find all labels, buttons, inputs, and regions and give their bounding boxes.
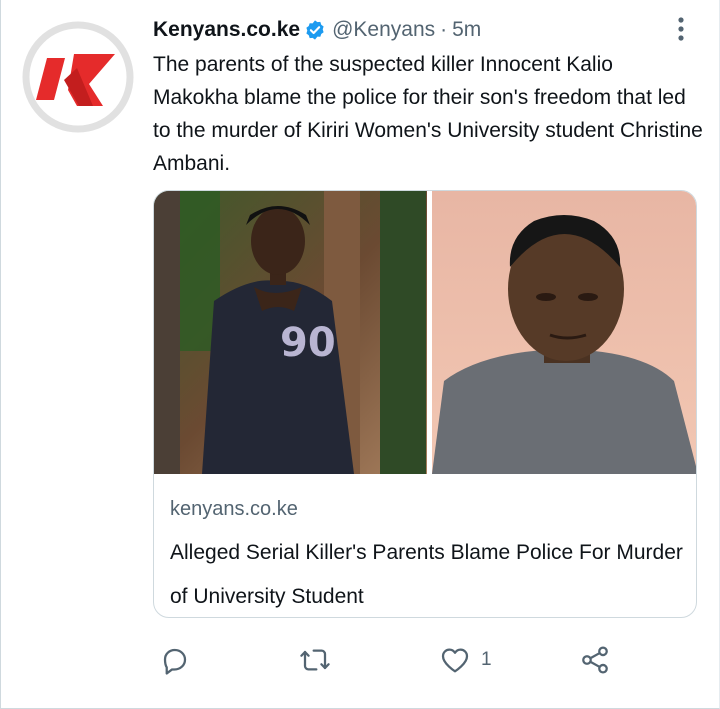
link-card[interactable]: 90 kenyans.co.ke Alleged Serial Killer's… [153,190,697,618]
share-icon [582,646,608,674]
verified-badge-icon [306,20,324,40]
card-title: Alleged Serial Killer's Parents Blame Po… [170,541,683,608]
tweet-text: The parents of the suspected killer Inno… [153,53,703,175]
author-handle[interactable]: @Kenyans [332,18,435,42]
tweet-header: Kenyans.co.ke @Kenyans · 5m [153,16,481,44]
reply-button[interactable] [159,640,191,680]
share-button[interactable] [579,640,611,680]
like-count: 1 [481,649,492,670]
svg-text:90: 90 [280,320,336,366]
like-button[interactable]: 1 [439,640,492,680]
more-options-button[interactable] [669,14,693,44]
retweet-icon [300,649,330,671]
separator-dot: · [440,18,448,41]
card-domain: kenyans.co.ke [170,498,298,520]
kenyans-logo [20,19,136,135]
retweet-button[interactable] [299,640,331,680]
like-icon [441,648,469,673]
avatar[interactable] [19,18,137,136]
tweet-container[interactable]: Kenyans.co.ke @Kenyans · 5m The parents … [0,0,720,709]
author-name[interactable]: Kenyans.co.ke [153,18,300,42]
card-image[interactable]: 90 [154,191,697,474]
reply-icon [163,648,187,675]
more-vertical-icon [678,17,684,41]
tweet-timestamp[interactable]: 5m [452,18,481,42]
tweet-actions: 1 [153,640,713,680]
